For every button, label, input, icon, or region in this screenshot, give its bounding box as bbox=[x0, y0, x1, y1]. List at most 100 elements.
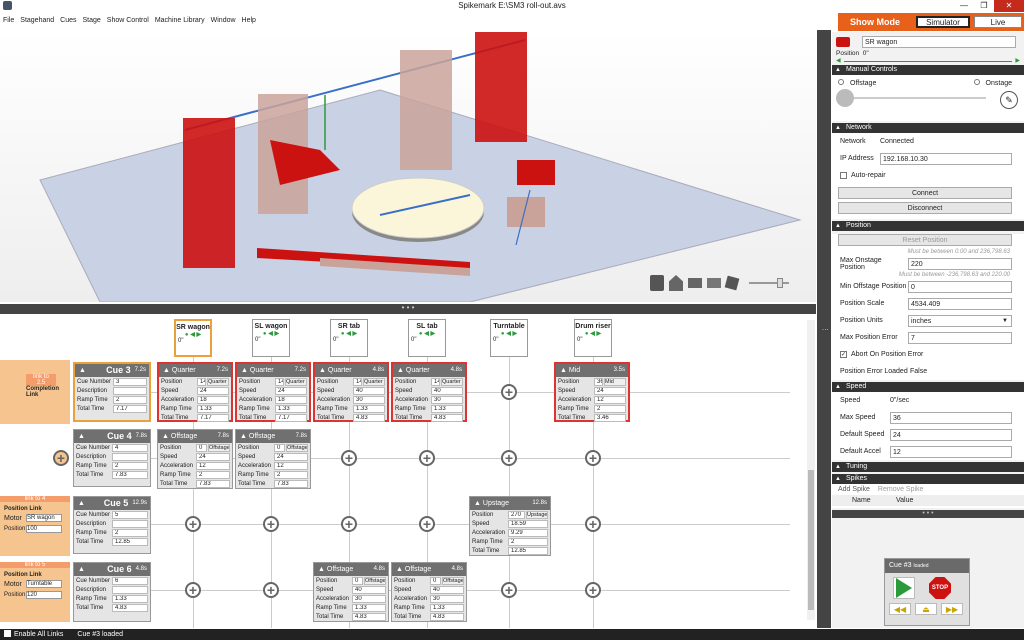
machine-tile-drum-riser[interactable]: Drum riser ● ◀ ▶ 0" bbox=[574, 319, 612, 357]
preset-button[interactable]: Quarter bbox=[285, 378, 307, 387]
auto-repair-row[interactable]: Auto-repair bbox=[832, 167, 1024, 184]
collapse-icon[interactable]: ▲ bbox=[163, 364, 170, 377]
field-value[interactable]: 2 bbox=[274, 470, 308, 479]
collapse-icon[interactable]: ▲ bbox=[397, 364, 404, 377]
remove-spike-button[interactable]: Remove Spike bbox=[878, 486, 924, 493]
close-icon[interactable]: ✕ bbox=[994, 0, 1024, 12]
position-header[interactable]: Position bbox=[832, 221, 1024, 231]
ip-input[interactable]: 192.168.10.30 bbox=[880, 152, 1012, 165]
eject-icon[interactable]: ⏏ bbox=[915, 603, 937, 615]
min-offstage-input[interactable]: 0 bbox=[908, 280, 1012, 293]
field-value[interactable]: 0 bbox=[352, 577, 363, 586]
manual-jog-slider[interactable] bbox=[836, 89, 986, 107]
add-action-icon[interactable]: + bbox=[185, 582, 201, 598]
action-card-r3-sr[interactable]: ▲ Quarter 7.2s Position 140Quarter Speed 24Ac… bbox=[157, 362, 233, 422]
add-action-icon[interactable]: + bbox=[341, 450, 357, 466]
field-value[interactable]: 140 bbox=[431, 378, 440, 387]
collapse-icon[interactable]: ▲ bbox=[79, 364, 86, 377]
add-action-icon[interactable]: + bbox=[585, 450, 601, 466]
disconnect-button[interactable]: Disconnect bbox=[838, 202, 1012, 214]
machine-tile-turntable[interactable]: Turntable ● ◀ ▶ 0" bbox=[490, 319, 528, 357]
add-action-icon[interactable]: + bbox=[185, 516, 201, 532]
field-value[interactable]: 0 bbox=[274, 444, 285, 453]
field-value[interactable]: 3 bbox=[113, 378, 147, 387]
zoom-slider[interactable] bbox=[749, 278, 789, 288]
edit-pencil-icon[interactable]: ✎ bbox=[1000, 91, 1018, 109]
cue-card-6[interactable]: ▲ Cue 6 4.8s Cue Number 6 Description Ramp … bbox=[73, 562, 151, 622]
collapse-icon[interactable]: ▲ bbox=[319, 364, 326, 377]
field-value[interactable]: 7.17 bbox=[197, 413, 229, 422]
preset-button[interactable]: Offstage bbox=[286, 444, 308, 453]
max-error-input[interactable]: 7 bbox=[908, 331, 1012, 344]
machine-tile-sl-wagon[interactable]: SL wagon ● ◀ ▶ 0" bbox=[252, 319, 290, 357]
field-value[interactable]: 2 bbox=[112, 461, 148, 470]
field-value[interactable]: 40 bbox=[353, 387, 385, 396]
network-header[interactable]: Network bbox=[832, 123, 1024, 133]
cue-card-5[interactable]: ▲ Cue 5 12.9s Cue Number 5 Description Ramp… bbox=[73, 496, 151, 554]
field-value[interactable]: 18.59 bbox=[508, 520, 548, 529]
field-value[interactable]: 140 bbox=[197, 378, 206, 387]
field-value[interactable]: 9.29 bbox=[508, 528, 548, 537]
simulator-button[interactable]: Simulator bbox=[916, 16, 970, 28]
field-value[interactable]: 24 bbox=[274, 453, 308, 462]
machine-tile-sr-tab[interactable]: SR tab ● ◀ ▶ 0" bbox=[330, 319, 368, 357]
machine-tile-sl-tab[interactable]: SL tab ● ◀ ▶ 0" bbox=[408, 319, 446, 357]
cue-grid-scrollbar[interactable] bbox=[807, 320, 815, 620]
completion-link-panel[interactable]: link to 2.5 Completion Link bbox=[0, 360, 70, 424]
field-value[interactable]: 12 bbox=[594, 395, 626, 404]
preset-button[interactable]: Mid bbox=[604, 378, 626, 387]
motor-select[interactable]: Turntable bbox=[26, 580, 62, 588]
link-position-input[interactable]: 100 bbox=[26, 525, 62, 533]
house-view-icon[interactable] bbox=[669, 275, 683, 291]
position-units-select[interactable]: inches ▼ bbox=[908, 314, 1012, 327]
field-value[interactable]: 1.33 bbox=[352, 603, 386, 612]
field-value[interactable]: 5 bbox=[112, 511, 148, 520]
vertical-splitter[interactable]: ⋮ bbox=[817, 30, 831, 628]
add-action-icon[interactable]: + bbox=[585, 582, 601, 598]
menu-cues[interactable]: Cues bbox=[57, 14, 79, 28]
enable-all-links-toggle[interactable]: Enable All Links bbox=[4, 629, 63, 640]
field-value[interactable]: 2 bbox=[112, 528, 148, 537]
menu-file[interactable]: File bbox=[0, 14, 17, 28]
connect-button[interactable]: Connect bbox=[838, 187, 1012, 199]
field-value[interactable]: 40 bbox=[352, 586, 386, 595]
field-value[interactable]: 12 bbox=[196, 461, 230, 470]
field-value[interactable]: 36 bbox=[594, 378, 603, 387]
add-action-icon[interactable]: + bbox=[419, 450, 435, 466]
link-position-input[interactable]: 120 bbox=[26, 591, 62, 599]
collapse-icon[interactable]: ▲ bbox=[396, 563, 403, 576]
motor-select[interactable]: SR wagon bbox=[26, 514, 62, 522]
add-action-icon[interactable]: + bbox=[341, 516, 357, 532]
max-speed-input[interactable]: 36 bbox=[890, 411, 1012, 424]
action-card-r4-sl[interactable]: ▲ Offstage 7.8s Position 0 Offstage Speed 24 Ac… bbox=[235, 429, 311, 489]
field-value[interactable]: 2 bbox=[196, 470, 230, 479]
cylinder-view-icon[interactable] bbox=[650, 275, 664, 291]
cue-card-4[interactable]: ▲ Cue 4 7.8s Cue Number 4 Description Ramp … bbox=[73, 429, 151, 487]
scrollbar-thumb[interactable] bbox=[808, 470, 814, 610]
action-card-r3-slt[interactable]: ▲ Quarter 4.8s Position 140Quarter Speed 40Ac… bbox=[391, 362, 467, 422]
field-value[interactable]: 1.33 bbox=[353, 404, 385, 413]
next-cue-icon[interactable]: ▶▶ bbox=[941, 603, 963, 615]
field-value[interactable]: 24 bbox=[275, 387, 307, 396]
field-value[interactable]: 2 bbox=[113, 395, 147, 404]
max-onstage-input[interactable]: 220 bbox=[908, 257, 1012, 270]
add-action-icon[interactable]: + bbox=[263, 516, 279, 532]
auto-repair-checkbox[interactable] bbox=[840, 172, 847, 179]
speed-header[interactable]: Speed bbox=[832, 382, 1024, 392]
menu-stage[interactable]: Stage bbox=[80, 14, 104, 28]
field-value[interactable]: 1.33 bbox=[430, 603, 464, 612]
field-value[interactable]: 4.83 bbox=[353, 413, 385, 422]
collapse-icon[interactable]: ▲ bbox=[162, 430, 169, 443]
position-link-panel-2[interactable]: link to 5 Position Link Motor Turntable … bbox=[0, 562, 70, 622]
preset-button[interactable]: Quarter bbox=[441, 378, 463, 387]
field-value[interactable] bbox=[112, 586, 148, 595]
maximize-icon[interactable]: ❐ bbox=[974, 0, 994, 12]
cue-card-3[interactable]: ▲ Cue 3 7.2s Cue Number 3 Description Ramp … bbox=[73, 362, 151, 422]
field-value[interactable]: 3.46 bbox=[594, 413, 626, 422]
collapse-icon[interactable]: ▲ bbox=[474, 497, 481, 510]
flat-view-icon[interactable] bbox=[688, 278, 702, 288]
stack-view-icon[interactable] bbox=[707, 278, 721, 288]
field-value[interactable]: 30 bbox=[352, 594, 386, 603]
abort-row[interactable]: ✓ Abort On Position Error bbox=[832, 346, 1024, 363]
field-value[interactable]: 1.33 bbox=[275, 404, 307, 413]
